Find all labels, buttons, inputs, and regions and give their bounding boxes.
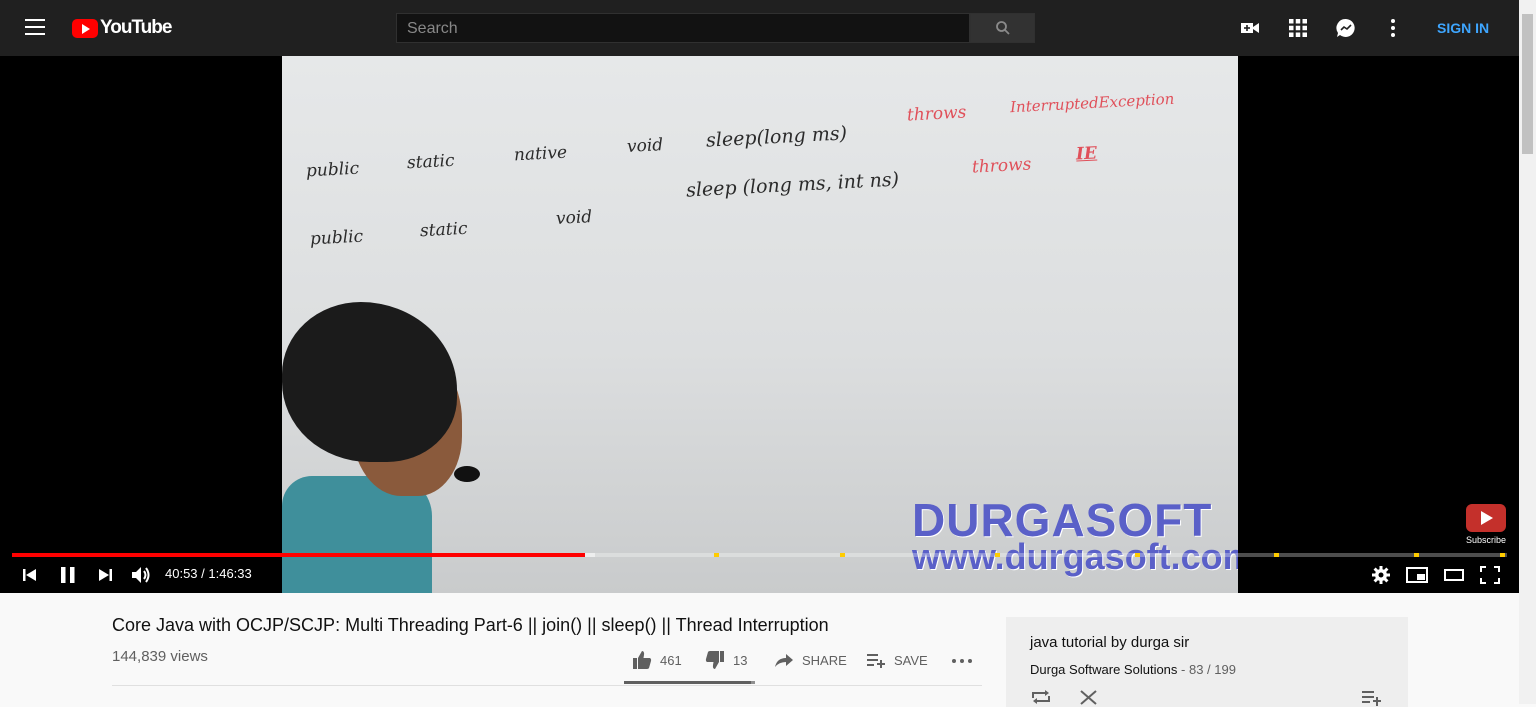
search-button[interactable] [970, 13, 1035, 43]
volume-icon[interactable] [130, 564, 152, 586]
board-text: static [406, 150, 455, 174]
video-title: Core Java with OCJP/SCJP: Multi Threadin… [112, 615, 829, 635]
loop-icon[interactable] [1030, 688, 1052, 706]
share-icon [775, 654, 793, 667]
search-icon [996, 21, 1010, 35]
board-text: native [513, 142, 568, 166]
watermark-url: www.durgasoft.com [912, 536, 1238, 577]
playlist-save-icon[interactable] [1361, 688, 1383, 706]
board-text: void [555, 207, 593, 229]
thumbs-up-icon [633, 651, 652, 669]
create-video-icon[interactable] [1240, 18, 1260, 38]
time-display: 40:53 / 1:46:33 [165, 566, 252, 581]
subscribe-play-icon [1466, 504, 1506, 532]
fullscreen-icon[interactable] [1479, 564, 1501, 586]
apps-icon[interactable] [1288, 18, 1308, 38]
page-scrollbar[interactable] [1519, 0, 1536, 704]
board-text: public [309, 226, 364, 250]
previous-icon[interactable] [22, 564, 38, 586]
playlist-channel[interactable]: Durga Software Solutions [1030, 662, 1177, 677]
dislike-button[interactable]: 13 [705, 650, 747, 670]
board-text: InterruptedException [1009, 89, 1175, 117]
board-text: sleep (long ms, int ns) [685, 168, 900, 202]
divider [112, 685, 982, 686]
board-text: sleep(long ms) [705, 122, 848, 152]
more-vert-icon[interactable] [1383, 18, 1403, 38]
theater-mode-icon[interactable] [1443, 564, 1465, 586]
playlist-meta: Durga Software Solutions - 83 / 199 [1030, 662, 1236, 677]
video-player[interactable]: public static native void sleep(long ms)… [0, 56, 1519, 593]
masthead: YouTube Search SIGN IN [0, 0, 1519, 56]
buffered-bar [584, 553, 596, 557]
youtube-logo[interactable]: YouTube [72, 17, 172, 39]
chapter-marker [1274, 553, 1279, 557]
miniplayer-icon[interactable] [1406, 564, 1428, 586]
board-text: public [305, 158, 360, 182]
board-text: void [626, 135, 664, 157]
more-horiz-icon [952, 659, 972, 663]
chapter-marker [1500, 553, 1505, 557]
sentiment-bar [624, 681, 755, 684]
menu-icon[interactable] [25, 19, 45, 35]
board-text: static [419, 218, 468, 242]
shuffle-icon[interactable] [1078, 688, 1100, 706]
sign-in-button[interactable]: SIGN IN [1437, 20, 1489, 36]
more-actions-button[interactable] [951, 650, 973, 670]
chapter-marker [714, 553, 719, 557]
board-text: IE [1075, 143, 1098, 165]
save-button[interactable]: SAVE [866, 650, 928, 670]
view-count: 144,839 views [112, 648, 208, 665]
like-button[interactable]: 461 [632, 650, 682, 670]
video-frame: public static native void sleep(long ms)… [282, 56, 1238, 593]
subscribe-label: Subscribe [1466, 535, 1507, 545]
logo-text: YouTube [100, 17, 172, 38]
next-icon[interactable] [97, 564, 113, 586]
thumbs-down-icon [705, 651, 724, 669]
playlist-add-icon [867, 654, 885, 668]
pause-icon[interactable] [59, 564, 77, 586]
played-bar [12, 553, 585, 557]
progress-bar[interactable] [12, 553, 1507, 557]
dislike-count: 13 [733, 652, 748, 668]
scrollbar-thumb[interactable] [1522, 14, 1533, 154]
board-text: throws [906, 102, 967, 126]
share-button[interactable]: SHARE [774, 650, 847, 670]
save-label: SAVE [894, 652, 928, 668]
playlist-title[interactable]: java tutorial by durga sir [1030, 634, 1189, 651]
subscribe-watermark[interactable]: Subscribe [1466, 504, 1506, 545]
playlist-position: - 83 / 199 [1181, 662, 1236, 677]
search-input[interactable]: Search [396, 13, 970, 43]
like-count: 461 [660, 652, 682, 668]
chapter-marker [995, 553, 1000, 557]
chapter-marker [1135, 553, 1140, 557]
messages-icon[interactable] [1336, 18, 1356, 38]
board-text: throws [971, 154, 1032, 178]
presenter-hair [282, 302, 457, 462]
sentiment-like-fill [624, 681, 752, 684]
playlist-panel: java tutorial by durga sir Durga Softwar… [1006, 617, 1408, 707]
youtube-play-icon [72, 18, 98, 38]
settings-icon[interactable] [1370, 564, 1392, 586]
microphone [454, 466, 480, 482]
chapter-marker [840, 553, 845, 557]
share-label: SHARE [802, 652, 847, 668]
chapter-marker [1414, 553, 1419, 557]
